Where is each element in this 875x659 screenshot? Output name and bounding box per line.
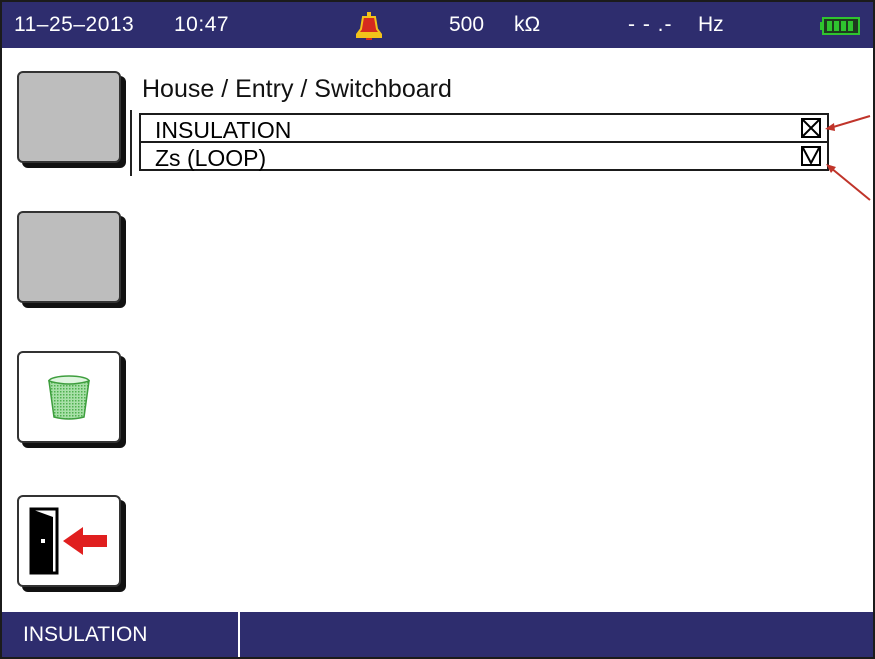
list-item-label: INSULATION: [155, 117, 292, 143]
frequency-unit: Hz: [698, 13, 724, 36]
test-list: INSULATION Zs (LOOP): [139, 113, 829, 171]
test-voltage-unit: kΩ: [514, 13, 541, 36]
status-bar: 11–25–2013 10:47 500 kΩ - - .- Hz: [2, 2, 873, 48]
list-item-label: Zs (LOOP): [155, 145, 267, 171]
tab-insulation[interactable]: INSULATION: [2, 612, 240, 657]
status-time: 10:47: [174, 13, 230, 36]
divider: [130, 110, 132, 176]
side-button-2[interactable]: [17, 211, 121, 303]
status-date: 11–25–2013: [14, 13, 135, 36]
side-button-1[interactable]: [17, 71, 121, 163]
frequency-value: - - .-: [628, 13, 673, 36]
tab-label: INSULATION: [23, 623, 148, 646]
instrument-screen: 11–25–2013 10:47 500 kΩ - - .- Hz House …: [0, 0, 875, 659]
breadcrumb: House / Entry / Switchboard: [142, 75, 452, 103]
exit-button[interactable]: [17, 495, 121, 587]
trash-bin-icon: [48, 375, 90, 420]
list-item-insulation[interactable]: INSULATION: [139, 113, 829, 143]
delete-button[interactable]: [17, 351, 121, 443]
alarm-bell-icon: [356, 12, 382, 40]
annotation-arrows: [825, 115, 871, 201]
test-voltage-value: 500: [449, 13, 485, 36]
bottom-bar: INSULATION: [2, 612, 873, 657]
crossed-checkbox-icon[interactable]: [801, 118, 821, 138]
checked-checkbox-icon[interactable]: [801, 146, 821, 166]
battery-full-icon: [820, 17, 860, 35]
exit-door-icon: [29, 507, 107, 575]
list-item-zs-loop[interactable]: Zs (LOOP): [139, 141, 829, 171]
